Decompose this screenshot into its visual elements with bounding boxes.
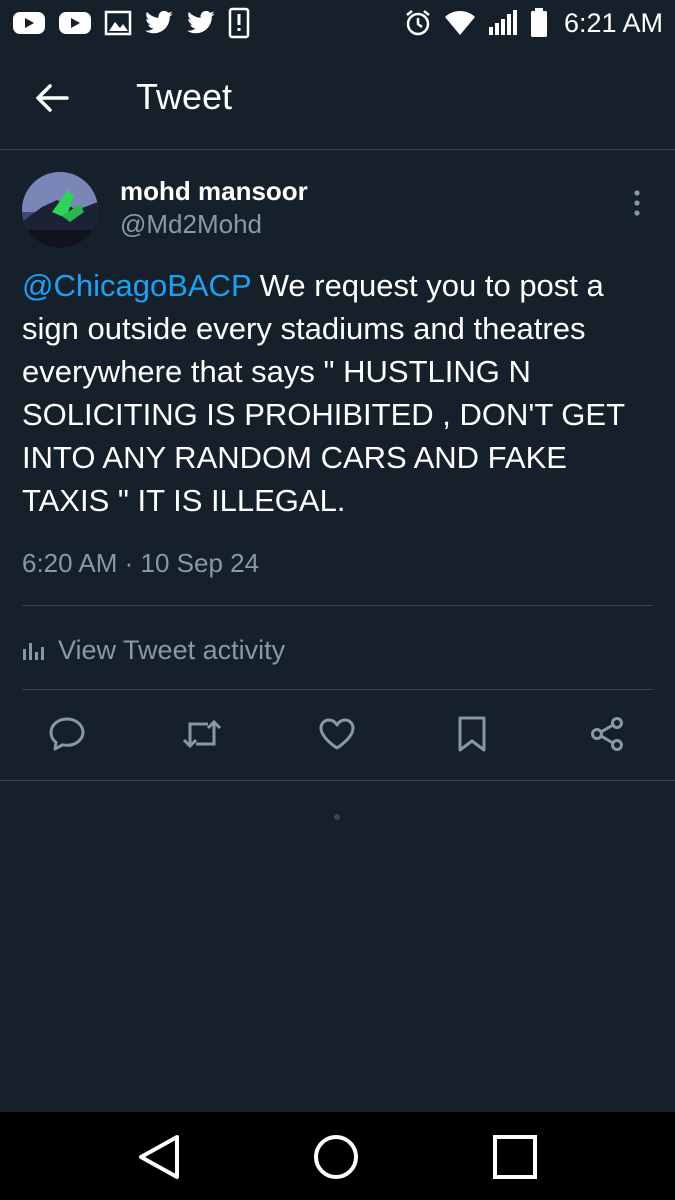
wifi-icon [444, 10, 476, 36]
youtube-icon [58, 10, 92, 36]
author-name[interactable]: mohd mansoor [120, 176, 308, 207]
author-handle[interactable]: @Md2Mohd [120, 209, 262, 240]
battery-icon [530, 8, 548, 38]
loading-indicator [334, 814, 340, 820]
circle-home-icon [314, 1135, 358, 1179]
tweet-timestamp: 6:20 AM · 10 Sep 24 [22, 548, 260, 578]
back-button[interactable] [32, 78, 72, 118]
youtube-icon [12, 10, 46, 36]
nav-recents-button[interactable] [490, 1132, 540, 1182]
image-icon [104, 9, 132, 37]
status-bar: 6:21 AM [0, 0, 675, 46]
retweet-icon [182, 719, 222, 749]
view-activity-button[interactable]: View Tweet activity [22, 630, 285, 670]
twitter-icon [186, 10, 216, 36]
notification-icons [12, 7, 250, 39]
mention-link[interactable]: @ChicagoBACP [22, 268, 251, 303]
like-button[interactable] [317, 714, 357, 754]
share-button[interactable] [587, 714, 627, 754]
bar-chart-icon [23, 643, 44, 660]
triangle-back-icon [139, 1135, 179, 1179]
reply-icon [49, 717, 85, 751]
divider [0, 780, 675, 781]
app-header: Tweet [0, 46, 675, 150]
activity-label: View Tweet activity [58, 634, 286, 665]
tweet-text: @ChicagoBACP We request you to post a si… [22, 264, 654, 522]
like-icon [319, 718, 355, 750]
system-status: 6:21 AM [404, 8, 663, 39]
divider [22, 689, 653, 690]
bookmark-button[interactable] [452, 714, 492, 754]
nav-back-button[interactable] [134, 1132, 184, 1182]
twitter-icon [144, 10, 174, 36]
reply-button[interactable] [47, 714, 87, 754]
divider [22, 605, 653, 606]
more-options-button[interactable] [620, 186, 654, 220]
alert-icon [228, 7, 250, 39]
more-vertical-icon [634, 190, 640, 216]
bookmark-icon [458, 716, 486, 752]
page-title: Tweet [136, 76, 233, 117]
share-icon [591, 717, 623, 751]
square-recents-icon [493, 1135, 537, 1179]
avatar[interactable] [22, 172, 98, 248]
navigation-bar [0, 1112, 675, 1200]
alarm-icon [404, 9, 432, 37]
signal-icon [488, 9, 518, 37]
nav-home-button[interactable] [311, 1132, 361, 1182]
retweet-button[interactable] [182, 714, 222, 754]
arrow-left-icon [36, 84, 69, 112]
status-time: 6:21 AM [563, 7, 663, 38]
tweet-body: We request you to post a sign outside ev… [22, 268, 625, 518]
